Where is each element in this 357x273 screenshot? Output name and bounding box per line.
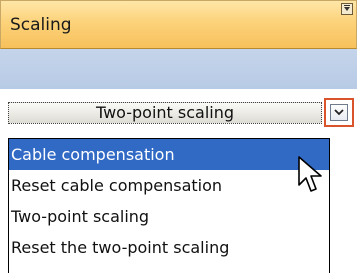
scaling-combobox[interactable]: Two-point scaling [8, 102, 322, 124]
list-item-two-point-scaling[interactable]: Two-point scaling [9, 201, 329, 232]
dropdown-arrow-button[interactable] [324, 98, 354, 127]
panel-header: Scaling [0, 0, 357, 49]
mouse-pointer-icon [298, 156, 322, 192]
list-item-reset-two-point-scaling[interactable]: Reset the two-point scaling [9, 232, 329, 263]
panel-title: Scaling [10, 15, 72, 35]
collapse-down-icon[interactable] [341, 3, 353, 15]
panel-toolbar-area [0, 49, 357, 89]
dropdown-list: Cable compensation Reset cable compensat… [8, 138, 330, 273]
scaling-panel: Scaling Two-point scaling Cable compensa… [0, 0, 357, 273]
list-item-reset-cable-compensation[interactable]: Reset cable compensation [9, 170, 329, 201]
list-item-cable-compensation[interactable]: Cable compensation [9, 139, 329, 170]
chevron-down-icon [330, 104, 348, 121]
combo-row: Two-point scaling [0, 89, 357, 137]
